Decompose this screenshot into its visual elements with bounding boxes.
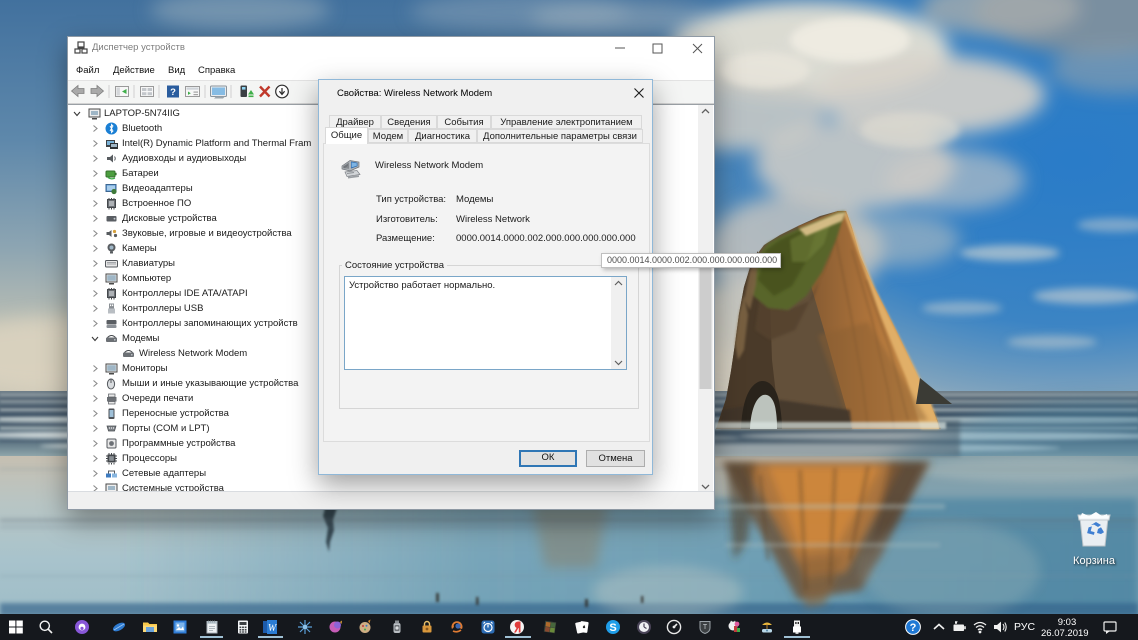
svg-text:?: ? (910, 622, 917, 634)
svg-text:?: ? (170, 87, 176, 98)
svg-text:S: S (609, 622, 616, 634)
svg-text:T: T (703, 624, 708, 631)
